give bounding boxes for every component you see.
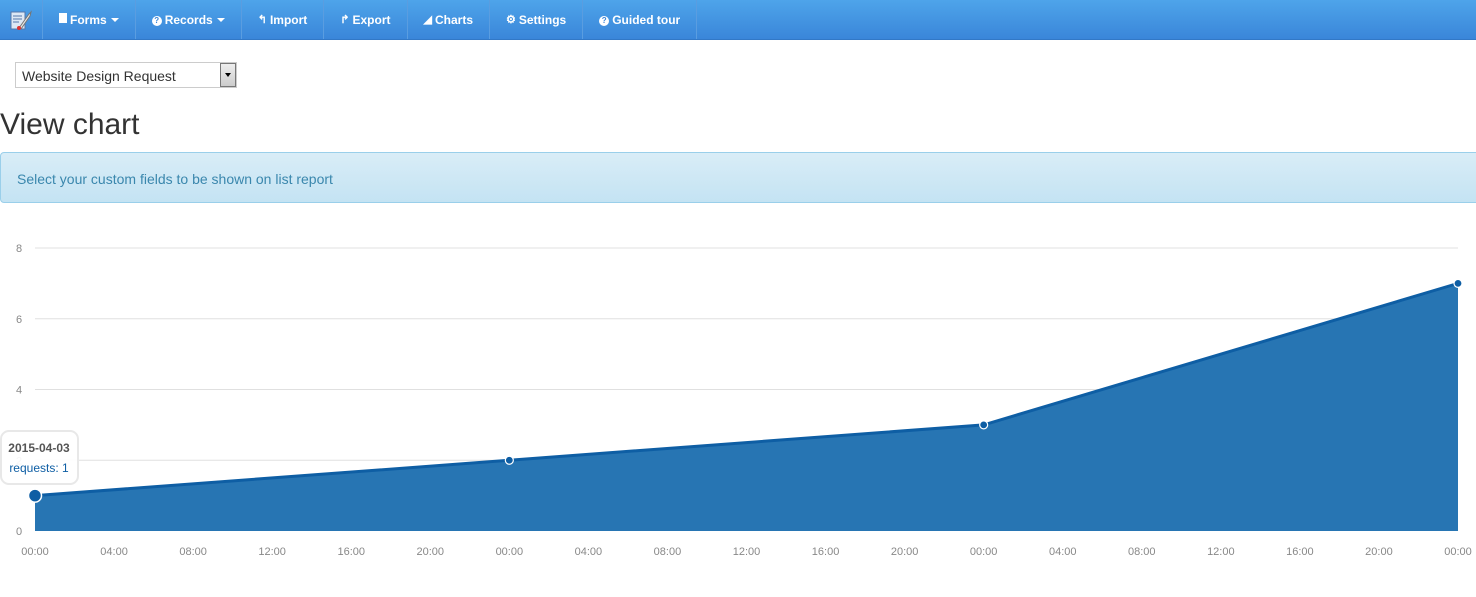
nav-import[interactable]: ↰ Import <box>242 0 325 39</box>
x-tick-label: 20:00 <box>1365 546 1393 558</box>
file-icon <box>59 13 67 26</box>
x-tick-label: 08:00 <box>179 546 207 558</box>
form-select-value: Website Design Request <box>22 68 176 84</box>
x-tick-label: 16:00 <box>1286 546 1314 558</box>
nav-label: Charts <box>434 12 473 27</box>
data-point[interactable] <box>979 420 989 430</box>
x-tick-label: 12:00 <box>258 546 286 558</box>
info-alert: Select your custom fields to be shown on… <box>0 152 1476 203</box>
nav-records[interactable]: ? Records <box>136 0 242 39</box>
nav-label: Import <box>269 12 308 27</box>
y-tick-label: 8 <box>16 243 22 255</box>
data-point[interactable] <box>1453 278 1463 288</box>
nav-export[interactable]: ↱ Export <box>324 0 408 39</box>
y-tick-label: 0 <box>16 526 22 538</box>
requests-area-chart: 00:00 04:00 08:00 12:00 16:00 20:00 00:00 04:00… <box>0 243 1472 558</box>
nav-label: Settings <box>518 12 567 27</box>
x-tick-label: 20:00 <box>417 546 445 558</box>
series-area <box>35 283 1458 531</box>
x-tick-label: 08:00 <box>1128 546 1156 558</box>
x-tick-label: 00:00 <box>21 546 49 558</box>
x-tick-label: 12:00 <box>1207 546 1235 558</box>
nav-label: Records <box>164 12 213 27</box>
x-tick-label: 04:00 <box>1049 546 1077 558</box>
y-tick-label: 6 <box>16 314 22 326</box>
x-tick-label: 12:00 <box>733 546 761 558</box>
reply-icon: ↰ <box>257 14 267 26</box>
x-tick-label: 16:00 <box>337 546 365 558</box>
x-tick-label: 00:00 <box>1444 546 1472 558</box>
chart-tooltip: 2015-04-03 requests: 1 <box>0 430 79 485</box>
x-tick-label: 16:00 <box>812 546 840 558</box>
form-select[interactable]: Website Design Request <box>15 62 237 88</box>
x-tick-label: 00:00 <box>496 546 524 558</box>
caret-down-icon <box>216 17 225 22</box>
area-chart-icon: ◢ <box>423 14 432 26</box>
share-icon: ↱ <box>340 14 350 26</box>
y-tick-label: 4 <box>16 385 22 397</box>
x-tick-label: 00:00 <box>970 546 998 558</box>
alert-text: Select your custom fields to be shown on… <box>17 171 333 187</box>
chevron-down-icon[interactable] <box>220 63 236 87</box>
nav-label: Export <box>352 12 391 27</box>
nav-forms[interactable]: Forms <box>43 0 136 39</box>
x-tick-label: 20:00 <box>891 546 919 558</box>
x-tick-label: 04:00 <box>100 546 128 558</box>
app-logo[interactable] <box>0 0 43 39</box>
nav-label: Forms <box>70 12 107 27</box>
question-circle-icon: ? <box>599 14 610 26</box>
gear-icon: ⚙ <box>506 14 516 26</box>
nav-charts[interactable]: ◢ Charts <box>408 0 490 39</box>
nav-settings[interactable]: ⚙ Settings <box>490 0 584 39</box>
nav-guided-tour[interactable]: ? Guided tour <box>583 0 698 39</box>
tooltip-value: requests: 1 <box>9 461 69 475</box>
question-circle-icon: ? <box>151 14 162 26</box>
x-tick-label: 08:00 <box>654 546 682 558</box>
tooltip-date: 2015-04-03 <box>8 441 70 455</box>
nav-label: Guided tour <box>612 12 681 27</box>
data-point[interactable] <box>27 488 43 503</box>
navbar: Forms? Records ↰ Import ↱ Export ◢ Charts ⚙ Setti… <box>0 0 1476 40</box>
caret-down-icon <box>110 17 119 22</box>
page-title: View chart <box>0 108 140 141</box>
data-point[interactable] <box>504 455 514 465</box>
x-tick-label: 04:00 <box>575 546 603 558</box>
form-rocket-icon <box>10 9 32 30</box>
